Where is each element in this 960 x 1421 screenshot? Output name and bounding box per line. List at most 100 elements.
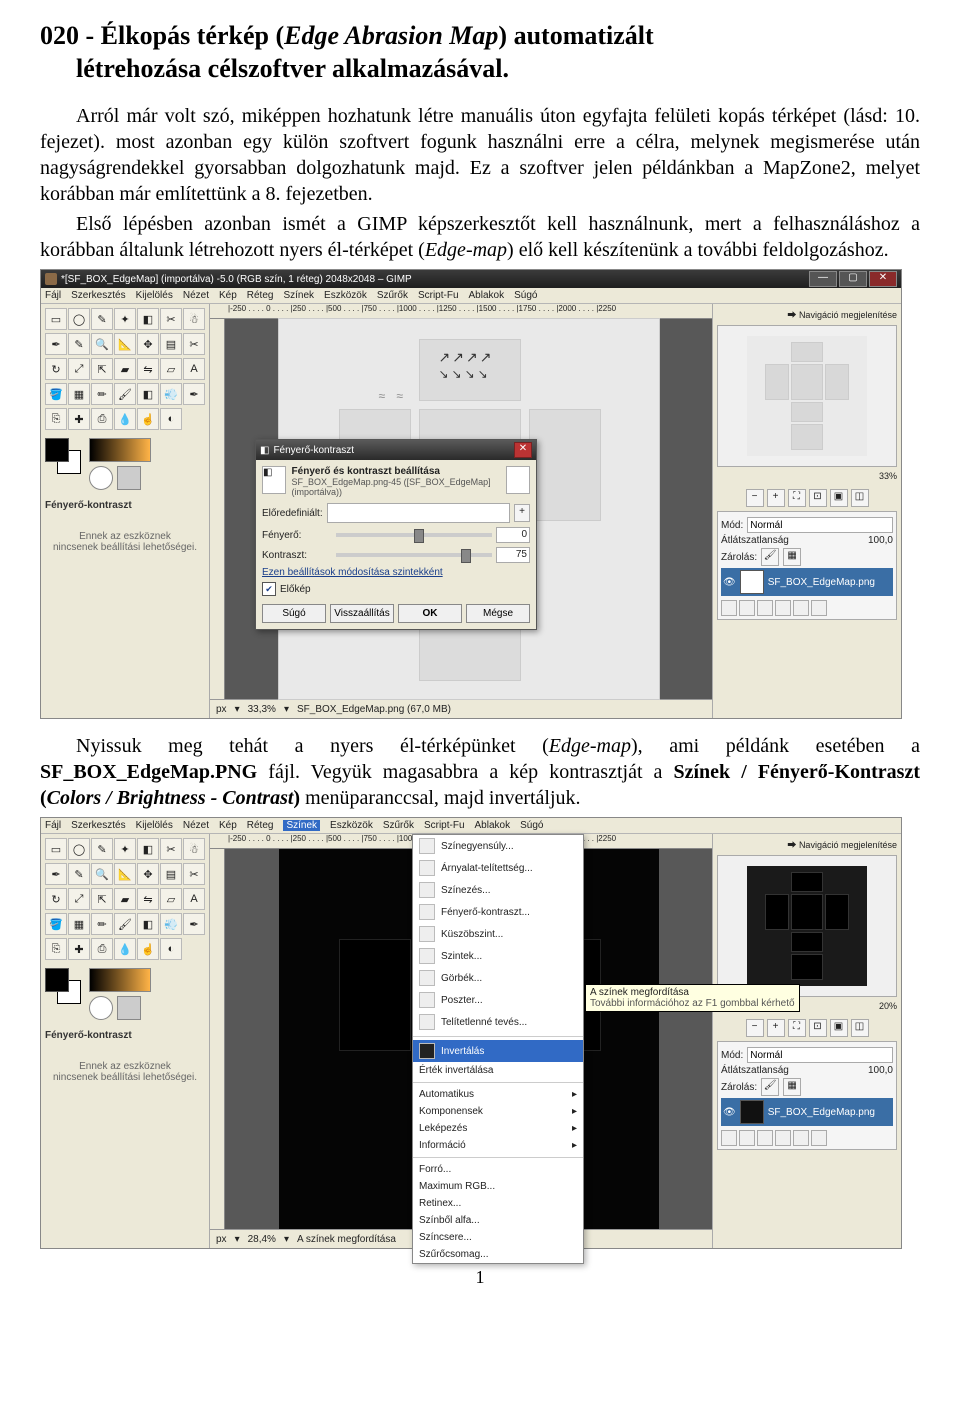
lower-layer-icon[interactable]	[757, 600, 773, 616]
tool2-perspective[interactable]: ▰	[114, 888, 136, 910]
tool-pencil[interactable]: ✏	[91, 383, 113, 405]
status-unit-2[interactable]: px	[216, 1234, 227, 1245]
zoom-fit-icon[interactable]: ⛶	[788, 489, 806, 507]
pattern-preview-2[interactable]	[117, 996, 141, 1020]
tool2-shear[interactable]: ⇱	[91, 888, 113, 910]
tool2-persp-clone[interactable]: ⎙	[91, 938, 113, 960]
tool-heal[interactable]: ✚	[68, 408, 90, 430]
mi-poszter[interactable]: Poszter...	[413, 989, 583, 1011]
mi-retinex[interactable]: Retinex...	[413, 1195, 583, 1212]
menu2-nezet[interactable]: Nézet	[183, 820, 209, 831]
tool-foreground[interactable]: ☃	[183, 308, 205, 330]
mi-szurocsomag[interactable]: Szűrőcsomag...	[413, 1246, 583, 1263]
tool2-blend[interactable]: ▦	[68, 913, 90, 935]
tool2-ink[interactable]: ✒	[183, 913, 205, 935]
tool2-eraser[interactable]: ◧	[137, 913, 159, 935]
tool-airbrush[interactable]: 💨	[160, 383, 182, 405]
tool-persp-clone[interactable]: ⎙	[91, 408, 113, 430]
brush-preview[interactable]	[89, 466, 113, 490]
tool-cage[interactable]: ▱	[160, 358, 182, 380]
tool-by-color[interactable]: ◧	[137, 308, 159, 330]
edit-as-levels-link[interactable]: Ezen beállítások módosítása szintekként	[262, 567, 530, 578]
tool2-fuzzy-select[interactable]: ✦	[114, 838, 136, 860]
tool-bucket[interactable]: 🪣	[45, 383, 67, 405]
eye-icon[interactable]: 👁	[723, 577, 736, 588]
help-button[interactable]: Súgó	[262, 604, 326, 623]
menu-kijeloles[interactable]: Kijelölés	[136, 290, 173, 301]
mi-szinezes[interactable]: Színezés...	[413, 879, 583, 901]
lower-layer-icon-2[interactable]	[757, 1130, 773, 1146]
nav-toggle-label-2[interactable]: Navigáció megjelenítése	[799, 840, 897, 850]
navigation-thumbnail-2[interactable]	[717, 855, 897, 997]
brightness-value[interactable]: 0	[496, 527, 530, 543]
lock-alpha-icon-2[interactable]: ▦	[783, 1078, 801, 1096]
zoom-fill-icon[interactable]: ▣	[830, 489, 848, 507]
mi-szinegyensuly[interactable]: Színegyensúly...	[413, 835, 583, 857]
tool2-rect-select[interactable]: ▭	[45, 838, 67, 860]
menu2-sugo[interactable]: Súgó	[520, 820, 543, 831]
tool-crop[interactable]: ✂	[183, 333, 205, 355]
tool2-rotate[interactable]: ↻	[45, 888, 67, 910]
layer-name-2[interactable]: SF_BOX_EdgeMap.png	[768, 1107, 875, 1118]
mi-fenyero-kontraszt[interactable]: Fényerő-kontraszt...	[413, 901, 583, 923]
mi-automatikus[interactable]: Automatikus▸	[413, 1086, 583, 1103]
opacity-value[interactable]: 100,0	[868, 535, 893, 546]
dialog-close-button[interactable]: ✕	[514, 442, 532, 458]
lock-pixels-icon[interactable]: 🖌	[761, 548, 779, 566]
tool2-align[interactable]: ▤	[160, 863, 182, 885]
mi-forro[interactable]: Forró...	[413, 1161, 583, 1178]
preview-checkbox[interactable]: ✔	[262, 582, 276, 596]
fg-bg-swatches-2[interactable]	[45, 968, 81, 1004]
ok-button[interactable]: OK	[398, 604, 462, 623]
zoom-in-icon[interactable]: +	[767, 489, 785, 507]
image-canvas[interactable]: ↗↗↗↗ ↘↘↘↘ ≈ ≈ ◧ Fényerő-kontraszt ✕	[225, 319, 712, 699]
tool-move[interactable]: ✥	[137, 333, 159, 355]
tool-paths[interactable]: ✒	[45, 333, 67, 355]
fg-bg-swatches[interactable]	[45, 438, 81, 474]
tool-scissors[interactable]: ✂	[160, 308, 182, 330]
new-layer-icon[interactable]	[721, 600, 737, 616]
menu-kep[interactable]: Kép	[219, 290, 237, 301]
tool-paintbrush[interactable]: 🖌	[114, 383, 136, 405]
tool2-blur[interactable]: 💧	[114, 938, 136, 960]
menu-ablakok[interactable]: Ablakok	[469, 290, 505, 301]
tool-ink[interactable]: ✒	[183, 383, 205, 405]
anchor-layer-icon-2[interactable]	[793, 1130, 809, 1146]
tool-free-select[interactable]: ✎	[91, 308, 113, 330]
minimize-button[interactable]: —	[809, 271, 837, 287]
close-button[interactable]: ✕	[869, 271, 897, 287]
tool-blur[interactable]: 💧	[114, 408, 136, 430]
zoom-fit-icon-2[interactable]: ⛶	[788, 1019, 806, 1037]
menu-scriptfu[interactable]: Script-Fu	[418, 290, 459, 301]
mode-select-2[interactable]	[747, 1047, 893, 1063]
layer-row[interactable]: 👁 SF_BOX_EdgeMap.png	[721, 568, 893, 596]
layer-row-2[interactable]: 👁 SF_BOX_EdgeMap.png	[721, 1098, 893, 1126]
mi-lekepezes[interactable]: Leképezés▸	[413, 1120, 583, 1137]
tool-text[interactable]: A	[183, 358, 205, 380]
tool2-color-picker[interactable]: ✎	[68, 863, 90, 885]
tool-zoom[interactable]: 🔍	[91, 333, 113, 355]
mi-szincsere[interactable]: Színcsere...	[413, 1229, 583, 1246]
zoom-100-icon-2[interactable]: ⊡	[809, 1019, 827, 1037]
tool2-paths[interactable]: ✒	[45, 863, 67, 885]
menu2-reteg[interactable]: Réteg	[247, 820, 274, 831]
mi-maxrgb[interactable]: Maximum RGB...	[413, 1178, 583, 1195]
brush-preview-2[interactable]	[89, 996, 113, 1020]
menu-szinek[interactable]: Színek	[283, 290, 314, 301]
dup-layer-icon-2[interactable]	[775, 1130, 791, 1146]
mi-ertek-invert[interactable]: Érték invertálása	[413, 1062, 583, 1079]
mi-telitetlen[interactable]: Telítetlenné tevés...	[413, 1011, 583, 1033]
eye-icon-2[interactable]: 👁	[723, 1107, 736, 1118]
brightness-slider[interactable]	[336, 533, 492, 537]
maximize-button[interactable]: ▢	[839, 271, 867, 287]
tool-blend[interactable]: ▦	[68, 383, 90, 405]
tool2-paintbrush[interactable]: 🖌	[114, 913, 136, 935]
tool2-text[interactable]: A	[183, 888, 205, 910]
tool2-clone[interactable]: ⎘	[45, 938, 67, 960]
mi-szinbol-alfa[interactable]: Színből alfa...	[413, 1212, 583, 1229]
status-zoom[interactable]: 33,3%	[248, 704, 276, 715]
menu-fajl[interactable]: Fájl	[45, 290, 61, 301]
nav-toggle-label[interactable]: Navigáció megjelenítése	[799, 310, 897, 320]
dup-layer-icon[interactable]	[775, 600, 791, 616]
tool2-free-select[interactable]: ✎	[91, 838, 113, 860]
